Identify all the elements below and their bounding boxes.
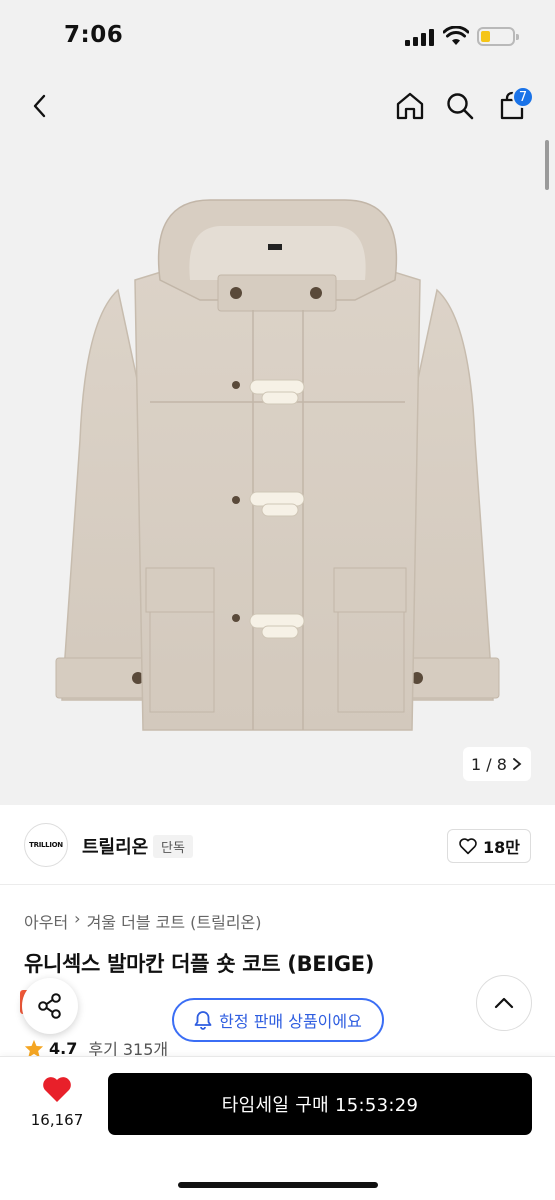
scroll-indicator[interactable]	[545, 140, 549, 190]
wifi-icon	[443, 26, 469, 45]
rating-score: 4.7	[49, 1038, 78, 1058]
bell-icon	[194, 1011, 212, 1030]
brand-logo[interactable]: TRILLION	[24, 823, 68, 867]
breadcrumb: 아우터 › 겨울 더블 코트 (트릴리온)	[24, 909, 262, 933]
brand-name[interactable]: 트릴리온	[82, 833, 148, 859]
brand-like-button[interactable]: 18만	[447, 829, 531, 863]
purchase-bar: 16,167 타임세일 구매 15:53:29	[0, 1056, 555, 1200]
cart-count-badge: 7	[512, 86, 534, 108]
back-button[interactable]	[18, 84, 62, 128]
scroll-to-top-button[interactable]	[476, 975, 532, 1031]
breadcrumb-separator: ›	[74, 909, 81, 928]
pager-text: 1 / 8	[471, 754, 507, 774]
product-title: 유니섹스 발마칸 더플 숏 코트 (BEIGE)	[24, 952, 375, 976]
chevron-up-icon	[494, 997, 514, 1009]
share-button[interactable]	[22, 978, 78, 1034]
brand-row[interactable]: TRILLION 트릴리온 단독 18만	[0, 805, 555, 885]
limited-sale-label: 한정 판매 상품이에요	[219, 1012, 362, 1031]
heart-filled-icon	[43, 1077, 71, 1102]
cart-button[interactable]: 7	[490, 84, 534, 128]
cellular-signal-icon	[405, 28, 435, 46]
wishlist-button[interactable]: 16,167	[22, 1075, 92, 1129]
time-sale-buy-button[interactable]: 타임세일 구매 15:53:29	[108, 1073, 532, 1135]
top-nav-bar: 7	[0, 70, 555, 140]
breadcrumb-item[interactable]: 겨울 더블 코트 (트릴리온)	[87, 909, 262, 933]
home-icon	[396, 92, 424, 120]
product-image-gallery[interactable]: 1 / 8	[0, 140, 555, 805]
share-icon	[38, 993, 61, 1019]
brand-logo-text: TRILLION	[29, 841, 63, 849]
wishlist-count: 16,167	[30, 1111, 84, 1129]
image-pager[interactable]: 1 / 8	[463, 747, 531, 781]
exclusive-tag: 단독	[153, 835, 193, 858]
search-icon	[447, 93, 474, 120]
chevron-right-icon	[513, 758, 522, 770]
heart-outline-icon	[459, 838, 477, 855]
home-button[interactable]	[388, 84, 432, 128]
brand-like-count: 18만	[483, 838, 520, 857]
search-button[interactable]	[438, 84, 482, 128]
breadcrumb-item[interactable]: 아우터	[24, 909, 68, 933]
star-icon	[24, 1039, 44, 1058]
battery-icon	[477, 27, 519, 46]
back-icon	[33, 94, 46, 118]
status-bar: 7:06	[0, 0, 555, 70]
status-time: 7:06	[64, 22, 124, 48]
product-image	[55, 199, 500, 731]
home-indicator	[178, 1182, 378, 1188]
limited-sale-notice[interactable]: 한정 판매 상품이에요	[172, 998, 384, 1042]
